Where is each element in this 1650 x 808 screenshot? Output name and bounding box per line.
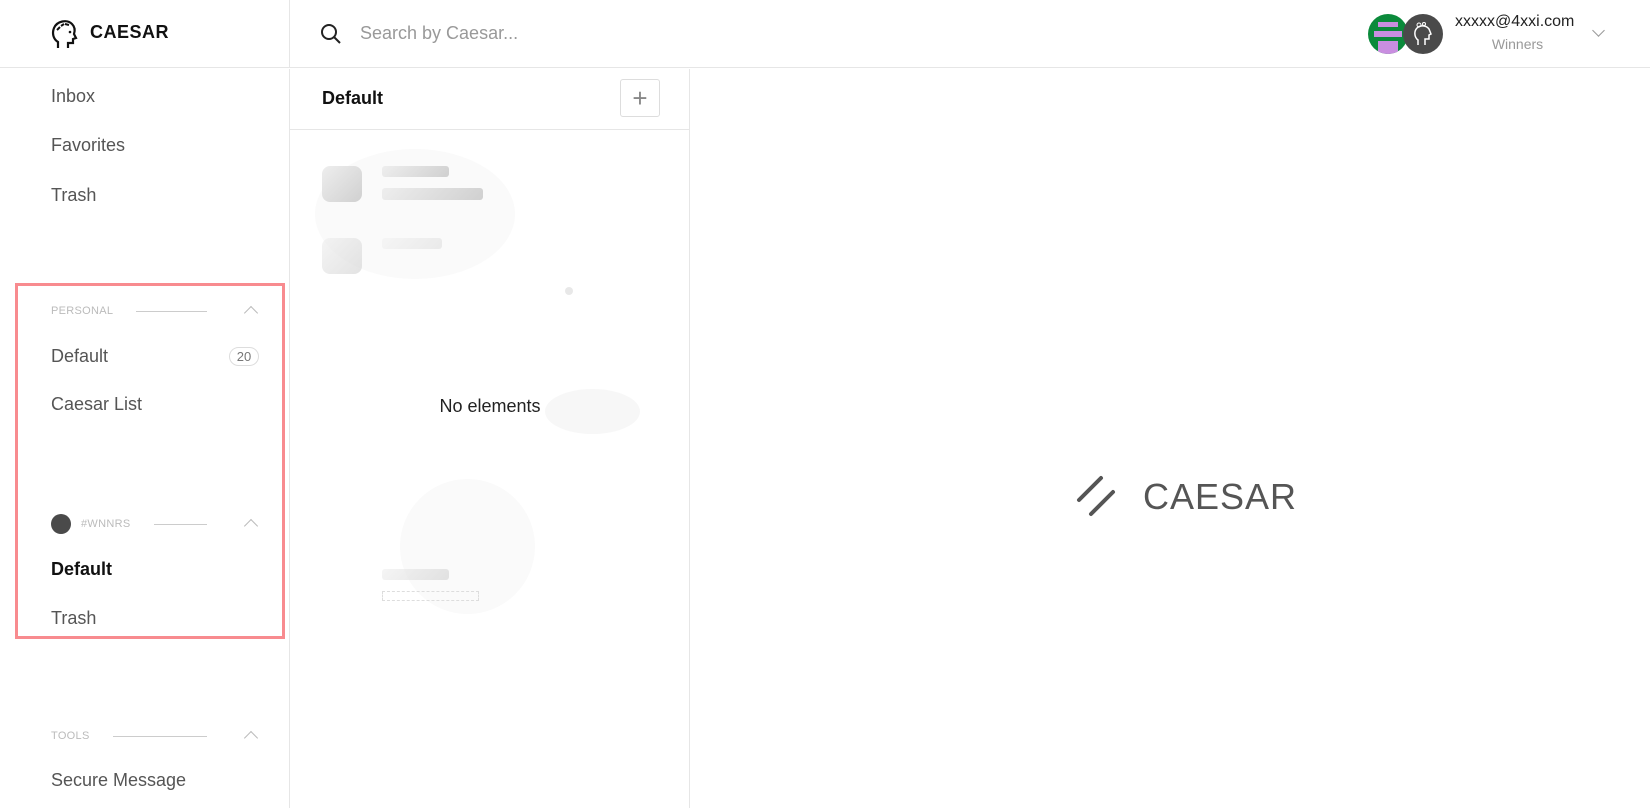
- list-header: Default +: [290, 69, 690, 130]
- sidebar-item-inbox[interactable]: Inbox: [51, 86, 95, 107]
- divider: [154, 524, 207, 525]
- caesar-slashes-icon: [1077, 476, 1115, 516]
- sidebar-item-trash[interactable]: Trash: [51, 185, 96, 206]
- user-avatar[interactable]: [1368, 14, 1408, 54]
- search-input[interactable]: [360, 18, 960, 48]
- search-icon: [321, 24, 341, 44]
- sidebar-item-secure-message[interactable]: Secure Message: [51, 770, 186, 791]
- count-badge: 20: [229, 347, 259, 366]
- empty-state-text: No elements: [439, 396, 541, 416]
- brand: CAESAR: [0, 0, 290, 68]
- top-bar: CAESAR xxxxx@4xxi.com Winners: [0, 0, 1650, 68]
- highlight-box: [15, 283, 285, 639]
- section-title-team: #WNNRS: [81, 518, 131, 530]
- main-logo-text: CAESAR: [1143, 476, 1298, 517]
- sidebar-item-team-trash[interactable]: Trash: [51, 608, 96, 629]
- team-avatar[interactable]: [1403, 14, 1443, 54]
- add-button[interactable]: +: [620, 79, 660, 117]
- sidebar: Inbox Favorites Trash PERSONAL Default 2…: [0, 69, 290, 808]
- caesar-head-icon: [51, 20, 78, 48]
- team-icon: [51, 514, 71, 534]
- sidebar-item-caesar-list[interactable]: Caesar List: [51, 394, 142, 415]
- list-title: Default: [322, 88, 384, 108]
- section-title-personal: PERSONAL: [51, 305, 114, 317]
- sidebar-item-favorites[interactable]: Favorites: [51, 135, 125, 156]
- sidebar-item-team-default[interactable]: Default: [51, 559, 112, 580]
- sidebar-item-personal-default[interactable]: Default: [51, 346, 108, 367]
- list-panel: Default + No elements: [290, 69, 690, 808]
- account-organization: Winners: [1491, 36, 1544, 52]
- brand-name: CAESAR: [90, 22, 170, 42]
- chevron-up-icon[interactable]: [243, 730, 259, 746]
- account-email[interactable]: xxxxx@4xxi.com: [1455, 13, 1574, 31]
- chevron-down-icon[interactable]: [1592, 24, 1605, 37]
- section-title-tools: TOOLS: [51, 730, 90, 742]
- divider: [113, 736, 207, 737]
- divider: [136, 311, 207, 312]
